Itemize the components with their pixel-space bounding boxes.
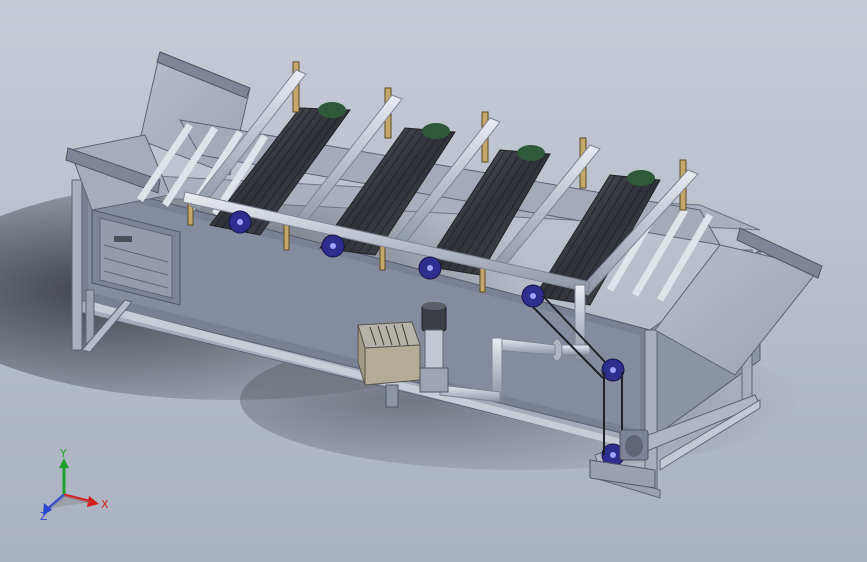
triad-y-label: Y (59, 447, 67, 460)
triad-x-label: X (101, 498, 109, 511)
control-box-label-plate (114, 236, 132, 242)
coordinate-triad: Y X Z (40, 447, 109, 523)
pulley-3 (418, 256, 442, 280)
pulley-5 (601, 358, 625, 382)
triad-z-label: Z (40, 510, 48, 523)
pulley-1 (228, 210, 252, 234)
pulley-4 (521, 284, 545, 308)
pulley-2 (321, 234, 345, 258)
cad-viewport[interactable]: Y X Z (0, 0, 867, 562)
model-canvas[interactable]: Y X Z (0, 0, 867, 562)
